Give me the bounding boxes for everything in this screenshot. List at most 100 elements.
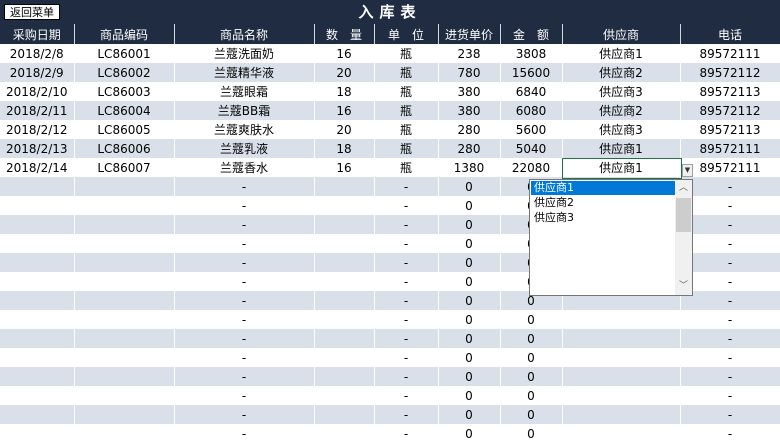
table-cell[interactable]: 280 [438, 120, 501, 139]
table-cell[interactable]: - [374, 310, 439, 329]
table-cell[interactable]: - [680, 424, 780, 443]
table-cell[interactable]: 0 [438, 367, 501, 386]
table-cell[interactable]: 0 [500, 405, 563, 424]
table-cell[interactable]: 18 [314, 82, 375, 101]
table-cell[interactable]: 兰蔻精华液 [174, 63, 315, 82]
dropdown-option[interactable]: 供应商3 [531, 211, 678, 225]
table-cell[interactable]: 供应商2 [562, 101, 681, 120]
table-cell[interactable] [314, 405, 375, 424]
table-cell[interactable]: 6840 [500, 82, 563, 101]
table-cell[interactable]: 供应商2 [562, 63, 681, 82]
table-cell[interactable]: 瓶 [374, 44, 439, 63]
table-cell[interactable]: 238 [438, 44, 501, 63]
table-cell[interactable]: 0 [438, 310, 501, 329]
table-cell[interactable]: 5600 [500, 120, 563, 139]
dropdown-scrollbar[interactable]: ︿ ﹀ [675, 180, 692, 295]
table-cell[interactable]: 89572113 [680, 82, 780, 101]
table-cell[interactable]: 瓶 [374, 101, 439, 120]
table-cell[interactable]: 2018/2/9 [0, 63, 75, 82]
table-cell[interactable]: 0 [500, 367, 563, 386]
table-cell[interactable]: 3808 [500, 44, 563, 63]
back-to-menu-button[interactable]: 返回菜单 [4, 4, 60, 20]
table-cell[interactable]: 280 [438, 139, 501, 158]
dropdown-arrow-icon[interactable]: ▼ [682, 164, 693, 177]
table-cell[interactable]: 780 [438, 63, 501, 82]
table-cell[interactable]: - [374, 329, 439, 348]
table-cell[interactable]: 2018/2/13 [0, 139, 75, 158]
table-cell[interactable] [74, 272, 175, 291]
table-cell[interactable] [314, 329, 375, 348]
table-cell[interactable]: 0 [438, 215, 501, 234]
table-cell[interactable]: 2018/2/12 [0, 120, 75, 139]
table-cell[interactable] [0, 424, 75, 443]
table-cell[interactable] [74, 177, 175, 196]
table-cell[interactable]: - [174, 291, 315, 310]
table-cell[interactable]: 89572111 [680, 158, 780, 177]
table-cell[interactable]: - [174, 386, 315, 405]
table-cell[interactable] [74, 310, 175, 329]
table-cell[interactable] [74, 291, 175, 310]
table-cell[interactable] [314, 196, 375, 215]
table-cell[interactable]: 供应商3 [562, 120, 681, 139]
table-cell[interactable]: 兰蔻眼霜 [174, 82, 315, 101]
dropdown-option[interactable]: 供应商1 [531, 181, 678, 195]
table-cell[interactable]: - [680, 253, 780, 272]
table-cell[interactable] [74, 253, 175, 272]
table-cell[interactable]: - [374, 253, 439, 272]
table-cell[interactable] [74, 215, 175, 234]
table-cell[interactable] [0, 367, 75, 386]
table-cell[interactable]: - [174, 272, 315, 291]
table-cell[interactable] [0, 253, 75, 272]
table-cell[interactable]: - [680, 234, 780, 253]
table-cell[interactable]: 89572111 [680, 44, 780, 63]
table-cell[interactable] [74, 348, 175, 367]
table-cell[interactable]: - [680, 405, 780, 424]
table-cell[interactable] [562, 386, 681, 405]
table-cell[interactable] [0, 329, 75, 348]
table-cell[interactable]: - [374, 196, 439, 215]
table-cell[interactable]: - [680, 329, 780, 348]
table-cell[interactable] [314, 253, 375, 272]
table-cell[interactable]: - [174, 215, 315, 234]
table-cell[interactable] [562, 310, 681, 329]
table-cell[interactable] [0, 291, 75, 310]
table-cell[interactable] [562, 367, 681, 386]
table-cell[interactable]: 16 [314, 101, 375, 120]
table-cell[interactable]: 兰蔻香水 [174, 158, 315, 177]
table-cell[interactable] [314, 310, 375, 329]
table-cell[interactable] [74, 424, 175, 443]
table-cell[interactable]: - [680, 291, 780, 310]
table-cell[interactable]: 6080 [500, 101, 563, 120]
table-cell[interactable]: - [174, 310, 315, 329]
table-cell[interactable]: - [174, 177, 315, 196]
table-cell[interactable] [74, 234, 175, 253]
table-cell[interactable]: - [680, 367, 780, 386]
table-cell[interactable] [0, 348, 75, 367]
table-cell[interactable]: 89572112 [680, 101, 780, 120]
table-cell[interactable]: - [680, 215, 780, 234]
table-cell[interactable]: 380 [438, 101, 501, 120]
table-cell[interactable] [74, 196, 175, 215]
table-cell[interactable]: 0 [500, 310, 563, 329]
table-cell[interactable]: - [174, 234, 315, 253]
table-cell[interactable] [0, 405, 75, 424]
table-cell[interactable]: LC86007 [74, 158, 175, 177]
table-cell[interactable] [74, 405, 175, 424]
table-cell[interactable]: - [374, 272, 439, 291]
table-cell[interactable]: 瓶 [374, 120, 439, 139]
table-cell[interactable]: - [680, 196, 780, 215]
scroll-up-icon[interactable]: ︿ [675, 180, 692, 197]
table-cell[interactable]: 兰蔻爽肤水 [174, 120, 315, 139]
table-cell[interactable]: LC86003 [74, 82, 175, 101]
table-cell[interactable]: - [174, 405, 315, 424]
table-cell[interactable]: - [174, 253, 315, 272]
table-cell[interactable]: 0 [438, 329, 501, 348]
table-cell[interactable] [314, 424, 375, 443]
table-cell[interactable]: 0 [500, 424, 563, 443]
table-cell[interactable]: 供应商3 [562, 82, 681, 101]
table-cell[interactable]: 18 [314, 139, 375, 158]
table-cell[interactable]: 1380 [438, 158, 501, 177]
table-cell[interactable] [0, 234, 75, 253]
table-cell[interactable]: 瓶 [374, 158, 439, 177]
table-cell[interactable] [314, 215, 375, 234]
